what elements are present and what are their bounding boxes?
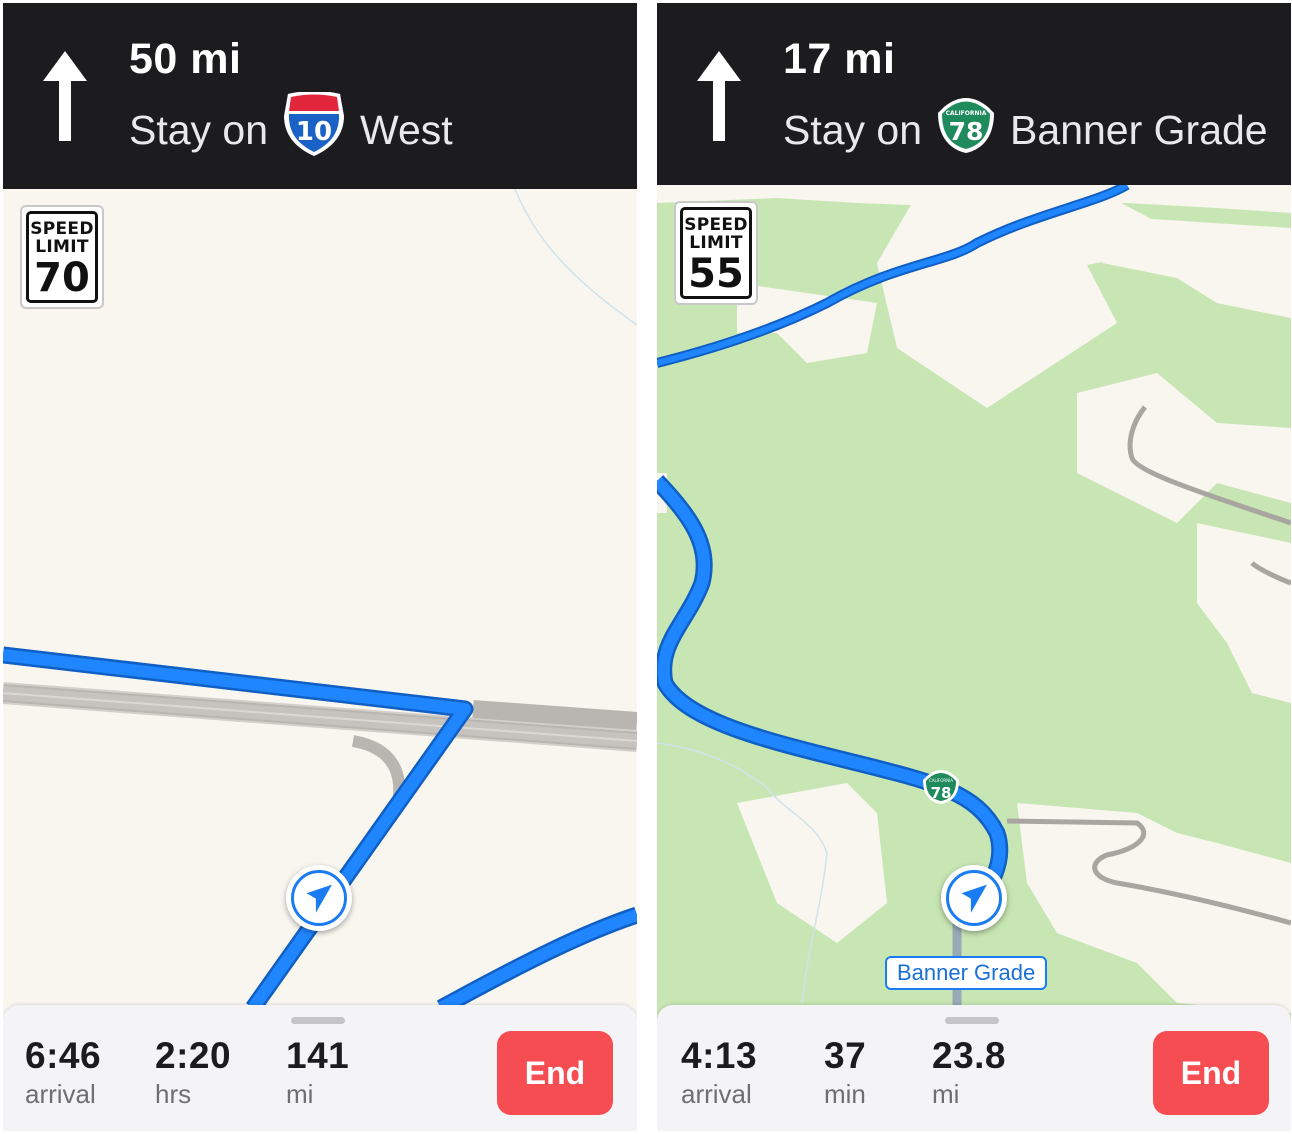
- navigation-screen-right: CALIFORNIA 78 17 mi Stay on CALIFORNIA 7…: [657, 3, 1291, 1131]
- heading-arrow-icon: [306, 884, 332, 913]
- speed-limit-sign: SPEED LIMIT 70: [20, 205, 104, 309]
- trip-summary-card[interactable]: 4:13 arrival 37 min 23.8 mi End: [657, 1005, 1291, 1131]
- card-grabber[interactable]: [945, 1017, 999, 1024]
- speed-limit-sign: SPEED LIMIT 55: [674, 201, 758, 305]
- arrival-time: 6:46: [25, 1035, 102, 1076]
- arrival-time: 4:13: [681, 1035, 758, 1076]
- speed-limit-word-2: LIMIT: [689, 233, 743, 253]
- maneuver-banner[interactable]: 50 mi Stay on 10 West: [3, 3, 637, 189]
- speed-limit-word-1: SPEED: [684, 215, 748, 235]
- distance-value: 141: [286, 1035, 350, 1076]
- road-name: West: [360, 106, 453, 153]
- shield-number: 10: [296, 117, 332, 147]
- shield-number: 78: [949, 117, 984, 146]
- speed-limit-word-1: SPEED: [30, 219, 94, 239]
- map-shield-number: 78: [931, 784, 952, 802]
- speed-limit-value: 55: [688, 251, 744, 297]
- map-road-label: Banner Grade: [885, 956, 1048, 990]
- distance-label: mi: [286, 1079, 314, 1109]
- arrival-label: arrival: [681, 1079, 752, 1109]
- straight-arrow-icon: [43, 51, 87, 141]
- straight-arrow-icon: [697, 51, 741, 141]
- current-location-puck[interactable]: [941, 865, 1007, 931]
- interstate-shield-icon: 10: [282, 91, 346, 168]
- current-location-puck[interactable]: [286, 865, 352, 931]
- navigation-screen-left: 50 mi Stay on 10 West SPEED LIMIT 70 6:4…: [3, 3, 637, 1131]
- arrival-label: arrival: [25, 1079, 96, 1109]
- stay-on-label: Stay on: [129, 106, 269, 153]
- speed-limit-word-2: LIMIT: [35, 237, 89, 257]
- maneuver-distance: 17 mi: [783, 35, 896, 83]
- distance-stat: 23.8 mi: [932, 1035, 1006, 1109]
- card-grabber[interactable]: [291, 1017, 345, 1024]
- maneuver-instruction: Stay on CALIFORNIA 78 Banner Grade: [783, 97, 1268, 163]
- state-route-shield-icon: CALIFORNIA 78: [936, 95, 996, 165]
- heading-arrow-icon: [961, 884, 987, 913]
- distance-label: mi: [932, 1079, 960, 1109]
- duration-label: hrs: [155, 1079, 192, 1109]
- end-route-button[interactable]: End: [497, 1031, 613, 1115]
- end-route-button[interactable]: End: [1153, 1031, 1269, 1115]
- duration-value: 2:20: [155, 1035, 232, 1076]
- distance-stat: 141 mi: [286, 1035, 349, 1109]
- duration-stat: 37 min: [824, 1035, 866, 1109]
- arrival-stat: 4:13 arrival: [681, 1035, 757, 1109]
- duration-value: 37: [824, 1035, 867, 1076]
- shield-top-text: CALIFORNIA: [946, 110, 987, 117]
- duration-label: min: [824, 1079, 866, 1109]
- map-shield-top-text: CALIFORNIA: [929, 778, 953, 783]
- stay-on-label: Stay on: [783, 106, 923, 153]
- maneuver-banner[interactable]: 17 mi Stay on CALIFORNIA 78 Banner Grade: [657, 3, 1291, 185]
- maneuver-distance: 50 mi: [129, 35, 242, 83]
- maneuver-instruction: Stay on 10 West: [129, 91, 453, 163]
- speed-limit-value: 70: [34, 255, 90, 301]
- arrival-stat: 6:46 arrival: [25, 1035, 101, 1109]
- distance-value: 23.8: [932, 1035, 1007, 1076]
- road-name: Banner Grade: [1010, 106, 1268, 153]
- duration-stat: 2:20 hrs: [155, 1035, 231, 1109]
- trip-summary-card[interactable]: 6:46 arrival 2:20 hrs 141 mi End: [3, 1005, 637, 1131]
